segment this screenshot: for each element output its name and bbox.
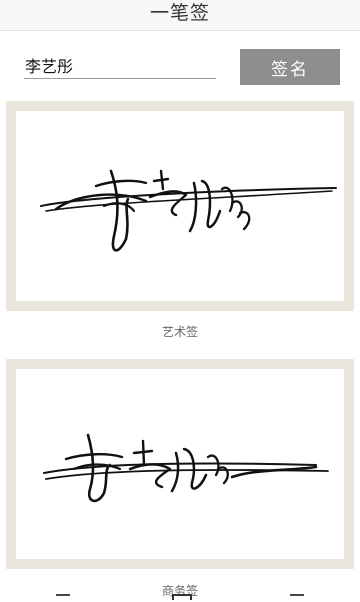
signature-card-business[interactable] — [6, 359, 354, 569]
app-header: 一笔签 — [0, 0, 360, 31]
home-icon[interactable] — [56, 594, 70, 602]
signature-style-label: 艺术签 — [161, 325, 198, 339]
app-title: 一笔签 — [149, 2, 210, 24]
sign-button[interactable]: 签名 — [240, 49, 340, 85]
signature-image-business — [16, 369, 344, 559]
name-input[interactable] — [24, 51, 216, 79]
profile-icon[interactable] — [290, 594, 304, 602]
signature-image-artistic — [16, 111, 344, 301]
name-input-row: 签名 — [0, 31, 360, 93]
signature-card-artistic[interactable] — [6, 101, 354, 311]
signature-icon[interactable] — [172, 594, 192, 600]
